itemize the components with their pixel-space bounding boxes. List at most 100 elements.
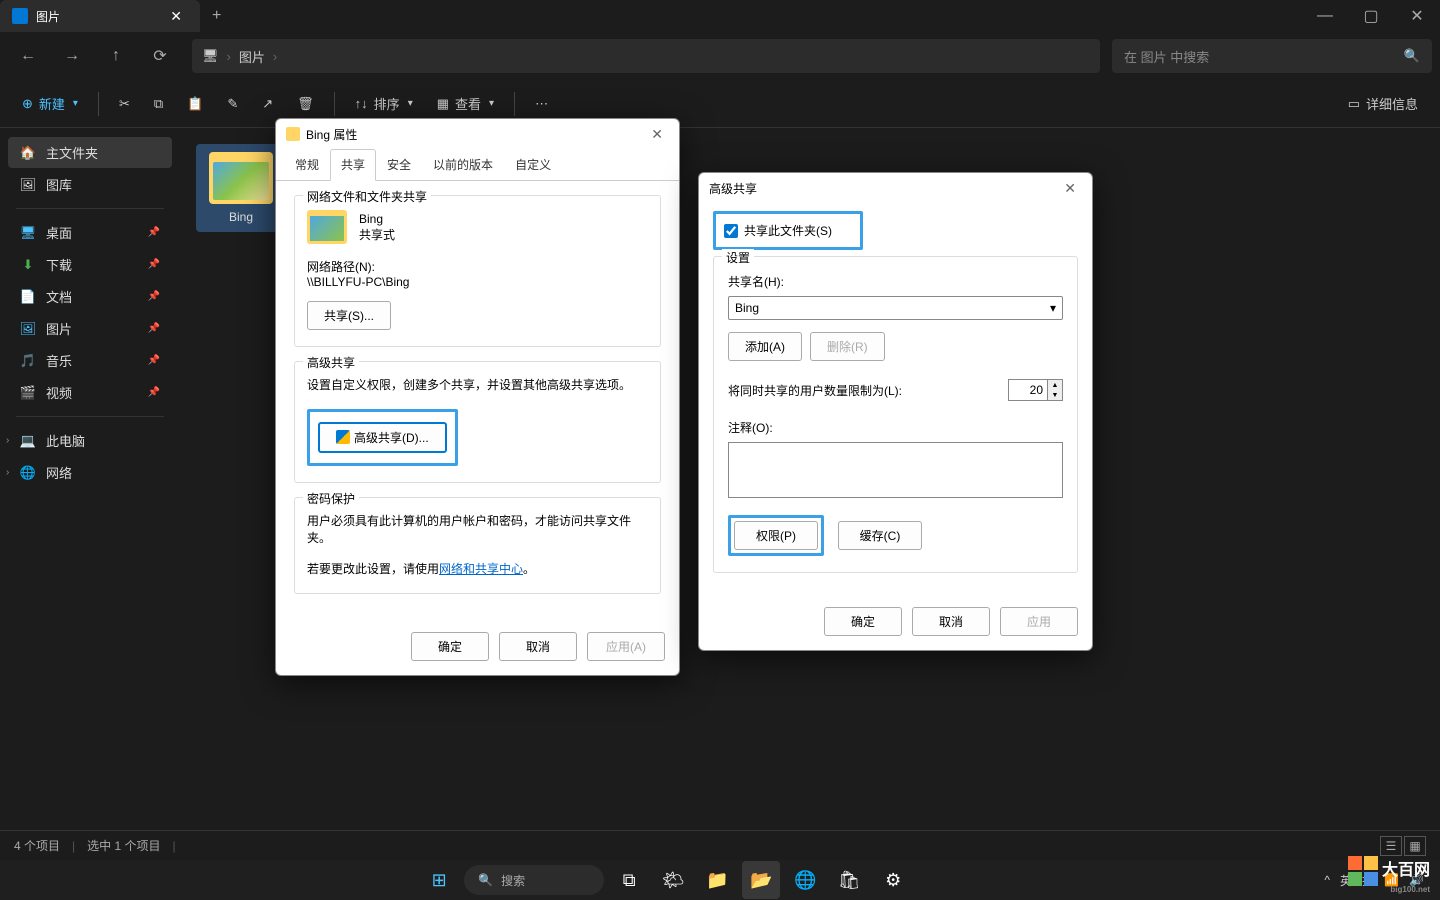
taskbar-store[interactable]: 🛍 <box>830 861 868 899</box>
netpath-label: 网络路径(N): <box>307 258 648 275</box>
forward-button[interactable]: → <box>52 38 92 74</box>
cache-button[interactable]: 缓存(C) <box>838 521 922 550</box>
sort-button[interactable]: ↑↓ 排序 ▾ <box>345 87 423 121</box>
sidebar-item-downloads[interactable]: ⬇下载📌 <box>8 249 172 280</box>
taskbar-settings[interactable]: ⚙ <box>874 861 912 899</box>
spinner-down[interactable]: ▼ <box>1048 390 1062 400</box>
close-window-button[interactable]: ✕ <box>1394 0 1440 32</box>
delete-button[interactable]: 🗑 <box>287 87 324 121</box>
address-bar[interactable]: 🖥 › 图片 › <box>192 39 1100 73</box>
view-icon: ▦ <box>437 96 449 112</box>
spinner-up[interactable]: ▲ <box>1048 380 1062 390</box>
chevron-right-icon[interactable]: › <box>6 467 9 478</box>
view-button[interactable]: ▦ 查看 ▾ <box>427 87 504 121</box>
new-button[interactable]: ⊕ 新建 ▾ <box>12 87 88 121</box>
new-tab-button[interactable]: + <box>200 7 233 25</box>
cancel-button[interactable]: 取消 <box>499 632 577 661</box>
window-controls: — ▢ ✕ <box>1302 0 1440 32</box>
close-dialog-button[interactable]: ✕ <box>645 124 669 145</box>
taskbar-explorer[interactable]: 📂 <box>742 861 780 899</box>
tab-pictures[interactable]: 图片 ✕ <box>0 0 200 32</box>
view-grid-button[interactable]: ▦ <box>1404 836 1426 856</box>
user-limit-spinner[interactable]: ▲ ▼ <box>1008 379 1063 401</box>
taskbar-app[interactable]: 📁 <box>698 861 736 899</box>
chevron-right-icon[interactable]: › <box>6 435 9 446</box>
ok-button[interactable]: 确定 <box>824 607 902 636</box>
share-button[interactable]: 共享(S)... <box>307 301 391 330</box>
folder-bing[interactable]: Bing <box>196 144 286 232</box>
tab-general[interactable]: 常规 <box>284 149 330 180</box>
sidebar-item-music[interactable]: 🎵音乐📌 <box>8 345 172 376</box>
dialog-titlebar[interactable]: 高级共享 ✕ <box>699 173 1092 203</box>
toolbar: ⊕ 新建 ▾ ✂ ⧉ 📋 ✎ ↗ 🗑 ↑↓ 排序 ▾ ▦ 查看 ▾ ⋯ ▭ 详细… <box>0 80 1440 128</box>
folder-info-row: Bing 共享式 <box>307 210 648 244</box>
paste-button[interactable]: 📋 <box>177 87 213 121</box>
apply-button[interactable]: 应用 <box>1000 607 1078 636</box>
advanced-sharing-group: 高级共享 设置自定义权限，创建多个共享，并设置其他高级共享选项。 高级共享(D)… <box>294 361 661 483</box>
pin-icon: 📌 <box>148 323 160 334</box>
rename-button[interactable]: ✎ <box>217 87 248 121</box>
taskbar-edge[interactable]: 🌐 <box>786 861 824 899</box>
sidebar-item-gallery[interactable]: 🖼图库 <box>8 169 172 200</box>
maximize-button[interactable]: ▢ <box>1348 0 1394 32</box>
copy-icon: ⧉ <box>154 96 163 112</box>
advanced-share-button[interactable]: 高级共享(D)... <box>318 422 447 453</box>
network-center-link[interactable]: 网络和共享中心 <box>439 562 523 576</box>
chevron-down-icon: ▾ <box>489 98 494 109</box>
share-folder-checkbox-row[interactable]: 共享此文件夹(S) <box>718 216 838 245</box>
sidebar-item-network[interactable]: ›🌐网络 <box>8 457 172 488</box>
details-pane-button[interactable]: ▭ 详细信息 <box>1338 87 1428 121</box>
password-protection-group: 密码保护 用户必须具有此计算机的用户帐户和密码，才能访问共享文件夹。 若要更改此… <box>294 497 661 594</box>
folder-thumbnail <box>209 152 273 204</box>
dialog-footer: 确定 取消 应用(A) <box>276 622 679 675</box>
search-placeholder: 在 图片 中搜索 <box>1124 47 1209 66</box>
sidebar-item-this-pc[interactable]: ›💻此电脑 <box>8 425 172 456</box>
sidebar-item-documents[interactable]: 📄文档📌 <box>8 281 172 312</box>
refresh-button[interactable]: ⟳ <box>140 38 180 74</box>
taskbar: ⊞ 🔍搜索 ⧉ 🌤 📁 📂 🌐 🛍 ⚙ ^ 英 拼 📶 🔊 <box>0 860 1440 900</box>
ok-button[interactable]: 确定 <box>411 632 489 661</box>
task-view-button[interactable]: ⧉ <box>610 861 648 899</box>
gallery-icon: 🖼 <box>20 177 36 193</box>
highlight-annotation: 高级共享(D)... <box>307 409 458 466</box>
sidebar-item-videos[interactable]: 🎬视频📌 <box>8 377 172 408</box>
group-title: 密码保护 <box>303 490 359 507</box>
view-list-button[interactable]: ☰ <box>1380 836 1402 856</box>
share-name-select[interactable]: Bing ▾ <box>728 296 1063 320</box>
cut-button[interactable]: ✂ <box>109 87 140 121</box>
remove-button[interactable]: 删除(R) <box>810 332 885 361</box>
cancel-button[interactable]: 取消 <box>912 607 990 636</box>
videos-icon: 🎬 <box>20 385 36 401</box>
delete-icon: 🗑 <box>297 96 314 112</box>
sidebar-item-pictures[interactable]: 🖼图片📌 <box>8 313 172 344</box>
apply-button[interactable]: 应用(A) <box>587 632 665 661</box>
weather-widget[interactable]: 🌤 <box>654 861 692 899</box>
tab-custom[interactable]: 自定义 <box>504 149 562 180</box>
comment-textarea[interactable] <box>728 442 1063 498</box>
tab-sharing[interactable]: 共享 <box>330 149 376 181</box>
breadcrumb-current[interactable]: 图片 <box>239 47 265 66</box>
sidebar-item-desktop[interactable]: 🖥桌面📌 <box>8 217 172 248</box>
breadcrumb-sep: › <box>227 49 231 64</box>
search-input[interactable]: 在 图片 中搜索 🔍 <box>1112 39 1432 73</box>
tab-security[interactable]: 安全 <box>376 149 422 180</box>
minimize-button[interactable]: — <box>1302 0 1348 32</box>
start-button[interactable]: ⊞ <box>420 861 458 899</box>
close-dialog-button[interactable]: ✕ <box>1058 178 1082 199</box>
user-limit-input[interactable] <box>1008 379 1048 401</box>
tab-previous[interactable]: 以前的版本 <box>422 149 504 180</box>
add-button[interactable]: 添加(A) <box>728 332 802 361</box>
copy-button[interactable]: ⧉ <box>144 87 173 121</box>
taskbar-search[interactable]: 🔍搜索 <box>464 865 604 895</box>
more-button[interactable]: ⋯ <box>525 87 558 121</box>
network-icon: 🌐 <box>20 465 36 481</box>
sidebar-item-home[interactable]: 🏠主文件夹 <box>8 137 172 168</box>
chevron-up-icon[interactable]: ^ <box>1324 873 1330 887</box>
back-button[interactable]: ← <box>8 38 48 74</box>
share-button[interactable]: ↗ <box>252 87 283 121</box>
share-folder-checkbox[interactable] <box>724 224 738 238</box>
permissions-button[interactable]: 权限(P) <box>734 521 818 550</box>
dialog-titlebar[interactable]: Bing 属性 ✕ <box>276 119 679 149</box>
close-tab-icon[interactable]: ✕ <box>164 6 188 27</box>
up-button[interactable]: ↑ <box>96 38 136 74</box>
